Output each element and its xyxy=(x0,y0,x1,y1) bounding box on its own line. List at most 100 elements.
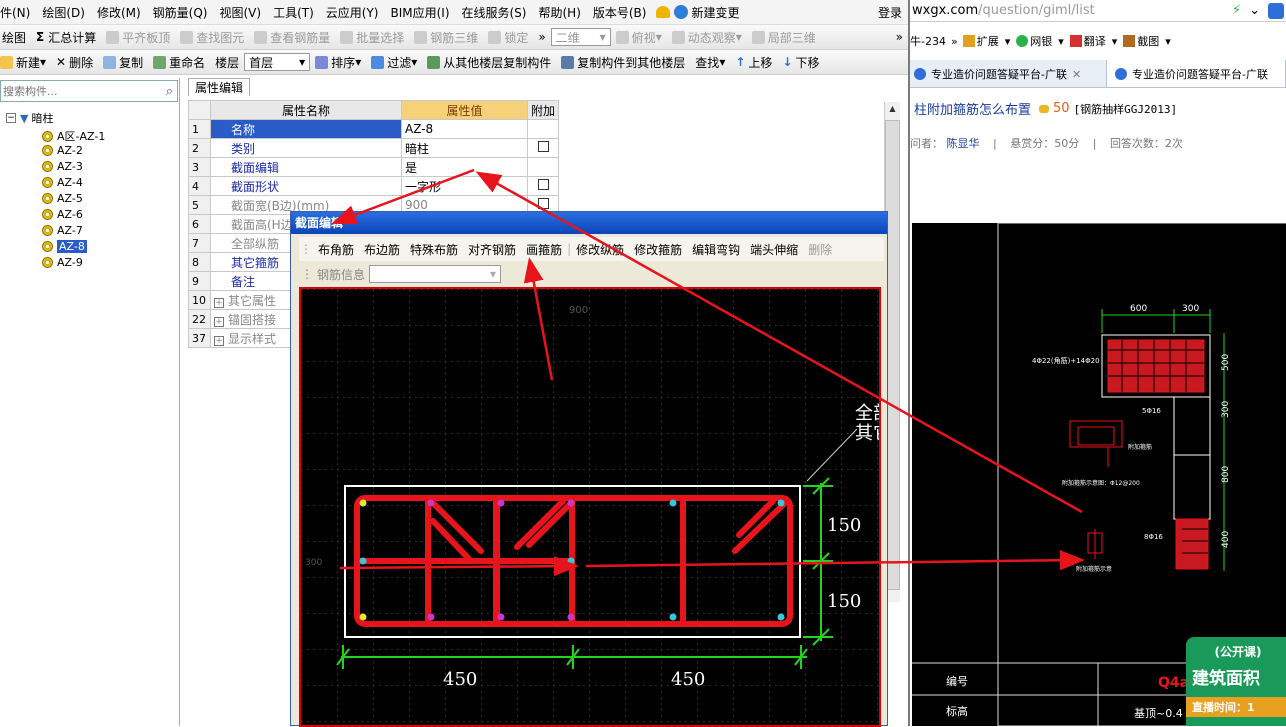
extension-button[interactable]: 扩展 xyxy=(977,33,999,49)
extra-checkbox[interactable] xyxy=(537,179,549,190)
extra-checkbox[interactable] xyxy=(537,141,549,152)
copy-to-floor-button[interactable]: 复制构件到其他楼层 xyxy=(556,54,690,71)
sort-button[interactable]: 排序 ▾ xyxy=(310,54,366,71)
tree-item[interactable]: AZ-6 xyxy=(42,208,83,221)
corner-rebar-button[interactable]: 布角筋 xyxy=(313,241,359,258)
menu-item-online[interactable]: 在线服务(S) xyxy=(456,4,533,21)
move-down-button[interactable]: ↓ 下移 xyxy=(777,54,824,71)
menu-item-view[interactable]: 视图(V) xyxy=(213,4,267,21)
tree-item[interactable]: A区-AZ-1 xyxy=(42,128,105,144)
edge-rebar[interactable] xyxy=(567,499,575,507)
section-drawing[interactable]: 900 300 450 450 150 150 全 其 xyxy=(301,289,881,727)
tree-item[interactable]: AZ-9 xyxy=(42,256,83,269)
modify-stirrup-button[interactable]: 修改箍筋 xyxy=(629,241,687,258)
cad-image[interactable]: 600 300 500 300 800 400 4Φ22(角筋)+14Φ20 5… xyxy=(912,223,1286,726)
edge-rebar[interactable] xyxy=(497,499,505,507)
scroll-up-icon[interactable]: ▲ xyxy=(885,102,900,116)
extra-checkbox[interactable] xyxy=(537,198,549,209)
tree-item[interactable]: AZ-8 xyxy=(42,240,87,253)
tree-item[interactable]: AZ-5 xyxy=(42,192,83,205)
menu-item-modify[interactable]: 修改(M) xyxy=(91,4,147,21)
menu-item-bim[interactable]: BIM应用(I) xyxy=(384,4,455,21)
property-value[interactable]: AZ-8 xyxy=(401,119,528,139)
asker-name[interactable]: 陈显华 xyxy=(947,137,980,150)
bookmark-left[interactable]: 牛-234 xyxy=(910,33,946,49)
flush-slab-button[interactable]: 平齐板顶 xyxy=(101,29,175,46)
property-row[interactable]: 3 截面编辑 是 xyxy=(188,157,560,177)
top-view-button[interactable]: 俯视 ▾ xyxy=(611,29,667,46)
edge-rebar[interactable] xyxy=(567,557,575,565)
url-path[interactable]: /question/giml/list xyxy=(978,3,1095,18)
edge-rebar[interactable] xyxy=(669,613,677,621)
delete-button[interactable]: ✕ 删除 xyxy=(51,54,98,71)
expand-icon[interactable]: + xyxy=(214,316,224,327)
address-bar[interactable]: wxgx.com /question/giml/list ⚡ ⌄ xyxy=(910,0,1286,22)
property-row[interactable]: 2 类别 暗柱 xyxy=(188,138,560,158)
dialog-title[interactable]: 截面编辑 xyxy=(291,212,887,234)
property-value[interactable]: 暗柱 xyxy=(401,138,528,158)
end-stretch-button[interactable]: 端头伸缩 xyxy=(745,241,803,258)
special-rebar-button[interactable]: 特殊布筋 xyxy=(405,241,463,258)
tree-item[interactable]: AZ-4 xyxy=(42,176,83,189)
rebar-info-select[interactable]: ▾ xyxy=(369,265,502,283)
new-change-icon[interactable] xyxy=(674,5,689,19)
edge-rebar[interactable] xyxy=(359,557,367,565)
question-tag[interactable]: [钢筋抽样GGJ2013] xyxy=(1074,101,1178,117)
section-canvas[interactable]: 900 300 450 450 150 150 全 其 xyxy=(299,287,881,727)
chevron-down-icon[interactable]: ⌄ xyxy=(1249,3,1260,18)
rebar-3d-button[interactable]: 钢筋三维 xyxy=(409,29,483,46)
bank-button[interactable]: 网银 xyxy=(1030,33,1052,49)
copy-from-floor-button[interactable]: 从其他楼层复制构件 xyxy=(422,54,556,71)
browser-tab-1[interactable]: 专业造价问题答疑平台-广联 ✕ xyxy=(910,61,1106,87)
rename-button[interactable]: 重命名 xyxy=(148,54,210,71)
copy-button[interactable]: 复制 xyxy=(98,54,148,71)
filter-button[interactable]: 过滤 ▾ xyxy=(366,54,422,71)
property-value[interactable]: 一字形 xyxy=(401,176,528,196)
menu-item-cloud[interactable]: 云应用(Y) xyxy=(320,4,385,21)
menu-item-help[interactable]: 帮助(H) xyxy=(532,4,586,21)
ad-banner[interactable]: (公开课) 建筑面积 直播时间：1 xyxy=(1186,637,1286,726)
edge-rebar[interactable] xyxy=(427,613,435,621)
move-up-button[interactable]: ↑ 上移 xyxy=(730,54,777,71)
modify-long-rebar-button[interactable]: 修改纵筋 xyxy=(571,241,629,258)
property-row[interactable]: 4 截面形状 一字形 xyxy=(188,176,560,196)
tree-root-hidden-column[interactable]: − ▼ 暗柱 xyxy=(6,110,53,126)
overflow-icon[interactable]: » xyxy=(951,35,958,48)
edge-rebar[interactable] xyxy=(567,613,575,621)
align-rebar-button[interactable]: 对齐钢筋 xyxy=(463,241,521,258)
local-3d-button[interactable]: 局部三维 xyxy=(747,29,821,46)
tree-item[interactable]: AZ-2 xyxy=(42,144,83,157)
new-change-button[interactable]: 新建变更 xyxy=(691,4,745,21)
batch-select-button[interactable]: 批量选择 xyxy=(335,29,409,46)
corner-rebar[interactable] xyxy=(359,499,367,507)
collapse-icon[interactable]: − xyxy=(6,113,16,123)
sum-calc-button[interactable]: Σ 汇总计算 xyxy=(31,29,101,46)
component-search-input[interactable] xyxy=(1,84,151,98)
menu-item-file[interactable]: 件(N) xyxy=(0,4,36,21)
view-rebar-qty-button[interactable]: 查看钢筋量 xyxy=(249,29,335,46)
paw-icon[interactable] xyxy=(1268,2,1284,19)
screenshot-button[interactable]: 截图 xyxy=(1137,33,1159,49)
browser-tab-2[interactable]: 专业造价问题答疑平台-广联 xyxy=(1106,60,1286,87)
tab-property-edit[interactable]: 属性编辑 xyxy=(188,78,251,96)
property-row[interactable]: 1 名称 AZ-8 xyxy=(188,119,560,139)
lock-button[interactable]: 锁定 xyxy=(483,29,533,46)
close-icon[interactable]: ✕ xyxy=(1072,68,1081,81)
delete-rebar-button[interactable]: 删除 xyxy=(803,241,837,258)
toolbar-overflow-icon[interactable]: » xyxy=(533,30,550,44)
component-search[interactable]: ⌕ xyxy=(0,80,178,102)
search-icon[interactable]: ⌕ xyxy=(166,84,173,99)
corner-rebar[interactable] xyxy=(777,499,785,507)
find-element-button[interactable]: 查找图元 xyxy=(175,29,249,46)
tree-item[interactable]: AZ-7 xyxy=(42,224,83,237)
property-value[interactable]: 是 xyxy=(401,157,528,177)
edge-rebar[interactable] xyxy=(497,613,505,621)
menu-item-version[interactable]: 版本号(B) xyxy=(587,4,653,21)
corner-rebar[interactable] xyxy=(359,613,367,621)
edge-rebar[interactable] xyxy=(427,499,435,507)
menu-item-rebar-qty[interactable]: 钢筋量(Q) xyxy=(147,4,214,21)
draw-stirrup-button[interactable]: 画箍筋 xyxy=(521,241,567,258)
toolbar-overflow-icon-2[interactable]: » xyxy=(891,30,908,44)
new-button[interactable]: 新建 ▾ xyxy=(0,54,51,71)
helmet-icon[interactable] xyxy=(656,6,671,18)
